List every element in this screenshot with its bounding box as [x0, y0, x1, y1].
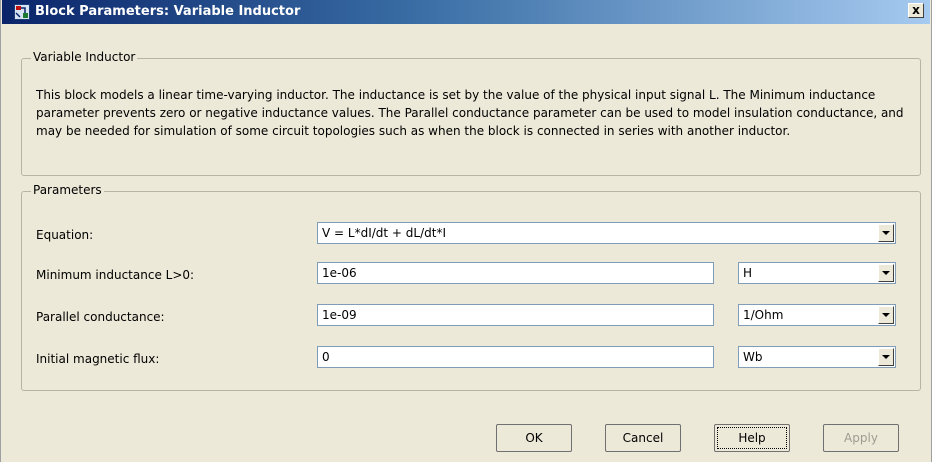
initial-flux-field[interactable]: 0 — [317, 346, 714, 368]
initial-flux-label: Initial magnetic flux: — [36, 352, 160, 366]
initial-flux-unit-select[interactable]: Wb — [738, 346, 896, 368]
equation-value: V = L*dI/dt + dL/dt*I — [322, 226, 446, 240]
chevron-down-icon[interactable] — [878, 264, 894, 282]
initial-flux-value: 0 — [322, 350, 330, 364]
help-button[interactable]: Help — [714, 424, 790, 452]
min-inductance-label: Minimum inductance L>0: — [36, 268, 195, 282]
chevron-down-icon[interactable] — [878, 348, 894, 366]
min-inductance-field[interactable]: 1e-06 — [317, 262, 714, 284]
chevron-down-icon[interactable] — [878, 306, 894, 324]
window-title: Block Parameters: Variable Inductor — [35, 4, 301, 19]
ok-button[interactable]: OK — [496, 424, 572, 452]
chevron-down-icon[interactable] — [878, 224, 894, 242]
apply-button[interactable]: Apply — [823, 424, 899, 452]
close-icon[interactable]: x — [908, 3, 924, 18]
parallel-conductance-value: 1e-09 — [322, 308, 357, 322]
min-inductance-unit: H — [743, 266, 753, 280]
parallel-conductance-unit: 1/Ohm — [743, 308, 784, 322]
parallel-conductance-field[interactable]: 1e-09 — [317, 304, 714, 326]
simulink-block-icon — [14, 4, 30, 20]
cancel-button[interactable]: Cancel — [605, 424, 681, 452]
parallel-conductance-label: Parallel conductance: — [36, 310, 165, 324]
description-group: Variable Inductor This block models a li… — [21, 50, 921, 176]
equation-select[interactable]: V = L*dI/dt + dL/dt*I — [317, 222, 896, 244]
parameters-group-legend: Parameters — [31, 183, 104, 197]
equation-label: Equation: — [36, 228, 94, 242]
initial-flux-unit: Wb — [743, 350, 763, 364]
min-inductance-value: 1e-06 — [322, 266, 357, 280]
description-group-legend: Variable Inductor — [31, 50, 138, 64]
parallel-conductance-unit-select[interactable]: 1/Ohm — [738, 304, 896, 326]
title-bar[interactable]: Block Parameters: Variable Inductor x — [2, 0, 930, 24]
block-description: This block models a linear time-varying … — [36, 88, 904, 138]
min-inductance-unit-select[interactable]: H — [738, 262, 896, 284]
dialog-window: Block Parameters: Variable Inductor x Va… — [0, 0, 932, 462]
